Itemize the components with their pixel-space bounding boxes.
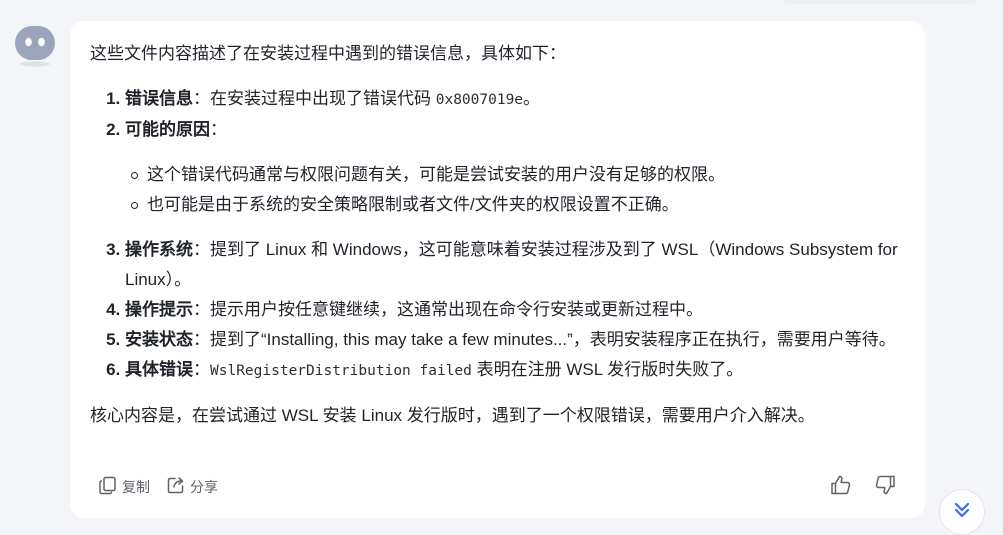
item-text: 提示用户按任意键继续，这通常出现在命令行安装或更新过程中。 (210, 300, 703, 319)
thumbs-down-icon[interactable] (873, 473, 897, 502)
causes-sublist: 这个错误代码通常与权限问题有关，可能是尝试安装的用户没有足够的权限。 也可能是由… (125, 160, 905, 220)
feedback-buttons (829, 473, 897, 502)
item-label: 操作系统 (125, 240, 193, 259)
share-label: 分享 (190, 478, 218, 495)
list-item-install-status: 安装状态：提到了“Installing, this may take a few… (125, 325, 905, 355)
double-chevron-down-icon (951, 499, 973, 526)
copy-button[interactable]: 复制 (98, 475, 150, 498)
message-actions: 复制 分享 (98, 475, 218, 498)
item-text: 提到了 Linux 和 Windows，这可能意味着安装过程涉及到了 WSL（W… (125, 240, 898, 289)
list-item-specific-error: 具体错误：WslRegisterDistribution failed 表明在注… (125, 355, 905, 386)
message-content: 这些文件内容描述了在安装过程中遇到的错误信息，具体如下： 错误信息：在安装过程中… (90, 39, 905, 431)
scroll-to-bottom-button[interactable] (939, 489, 985, 535)
message-intro: 这些文件内容描述了在安装过程中遇到的错误信息，具体如下： (90, 44, 566, 63)
previous-message-stub (780, 0, 980, 4)
error-code: WslRegisterDistribution failed (210, 363, 472, 379)
assistant-message-card: 这些文件内容描述了在安装过程中遇到的错误信息，具体如下： 错误信息：在安装过程中… (70, 21, 925, 518)
list-item-os: 操作系统：提到了 Linux 和 Windows，这可能意味着安装过程涉及到了 … (125, 235, 905, 295)
copy-label: 复制 (122, 478, 150, 495)
copy-icon (98, 475, 118, 498)
message-summary: 核心内容是，在尝试通过 WSL 安装 Linux 发行版时，遇到了一个权限错误，… (90, 406, 815, 425)
list-item-error-info: 错误信息：在安装过程中出现了错误代码 0x8007019e。 (125, 84, 905, 115)
share-icon (166, 475, 186, 498)
item-text: 在安装过程中出现了错误代码 (210, 89, 436, 108)
sub-item: 这个错误代码通常与权限问题有关，可能是尝试安装的用户没有足够的权限。 (131, 160, 905, 190)
error-code: 0x8007019e (435, 92, 524, 108)
item-text: 提到了“Installing, this may take a few minu… (210, 330, 896, 349)
item-label: 错误信息 (125, 89, 193, 108)
item-label: 具体错误 (125, 360, 193, 379)
bot-avatar-icon (13, 24, 57, 68)
sub-item: 也可能是由于系统的安全策略限制或者文件/文件夹的权限设置不正确。 (131, 190, 905, 220)
list-item-possible-causes: 可能的原因： 这个错误代码通常与权限问题有关，可能是尝试安装的用户没有足够的权限… (125, 115, 905, 220)
item-label: 可能的原因 (125, 120, 210, 139)
item-text: 表明在注册 WSL 发行版时失败了。 (471, 360, 744, 379)
share-button[interactable]: 分享 (166, 475, 218, 498)
findings-list: 错误信息：在安装过程中出现了错误代码 0x8007019e。 可能的原因： 这个… (90, 84, 905, 386)
thumbs-up-icon[interactable] (829, 473, 853, 502)
item-label: 安装状态 (125, 330, 193, 349)
item-label: 操作提示 (125, 300, 193, 319)
list-item-prompt: 操作提示：提示用户按任意键继续，这通常出现在命令行安装或更新过程中。 (125, 295, 905, 325)
